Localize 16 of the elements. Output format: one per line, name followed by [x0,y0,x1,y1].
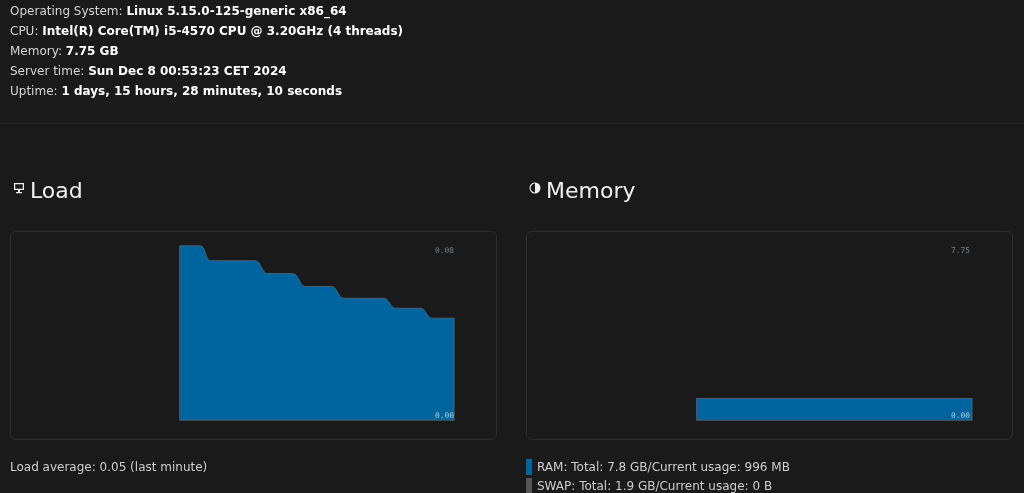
legend-text: SWAP: Total: 1.9 GB/Current usage: 0 B [537,478,773,493]
section-title: Load [30,177,83,205]
info-line: CPU: Intel(R) Core(TM) i5-4570 CPU @ 3.20GHz (4 threads) [10,23,405,40]
contrast-icon [529,182,541,194]
monitor-icon [13,182,25,194]
scale-label: 0.00 [951,411,971,421]
section-title: Memory [546,177,636,205]
scale-label: 7.75 [951,245,971,255]
scale-label: 0.08 [435,245,455,255]
legend-text: Load average: 0.05 (last minute) [10,459,208,474]
info-line: Server time: Sun Dec 8 00:53:23 CET 2024 [10,63,288,80]
info-line: Uptime: 1 days, 15 hours, 28 minutes, 10 seconds [10,83,344,100]
scale-label: 0.00 [435,411,455,421]
info-line: Memory: 7.75 GB [10,43,120,60]
info-line: Operating System: Linux 5.15.0-125-generic x86_64 [10,3,348,21]
legend-text: RAM: Total: 7.8 GB/Current usage: 996 MB [537,459,790,474]
